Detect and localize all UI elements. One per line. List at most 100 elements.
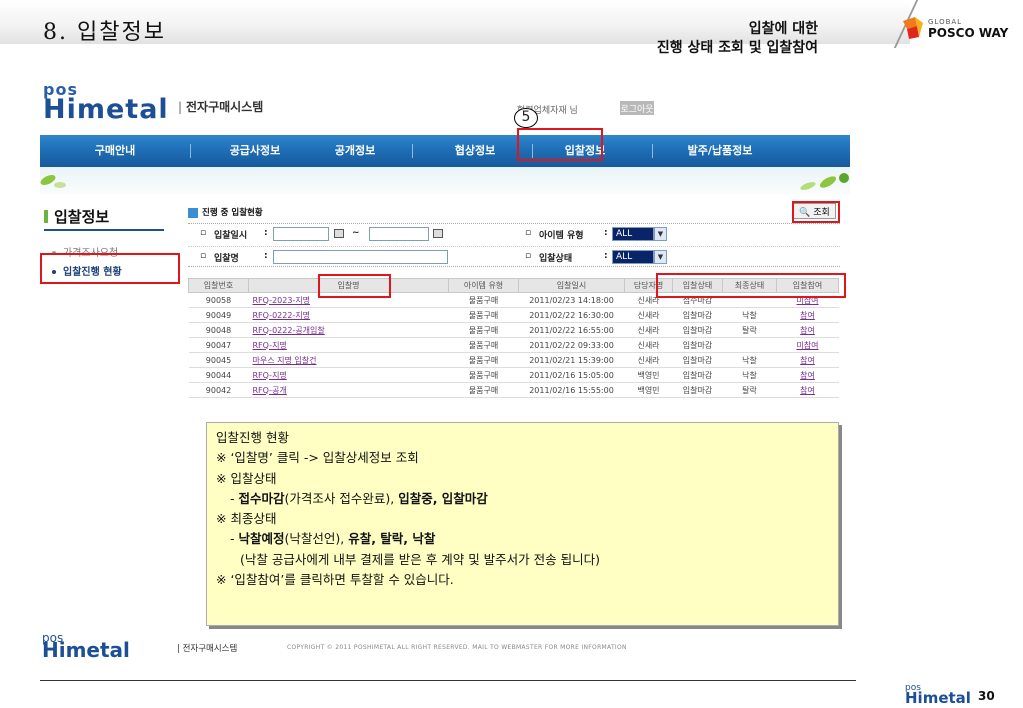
manager: 백영민 xyxy=(624,367,673,383)
sidebar-title-marker xyxy=(44,210,48,223)
bid-name-link[interactable]: 마우스 지명 입찰건 xyxy=(248,352,449,368)
chevron-down-icon[interactable]: ▼ xyxy=(654,250,667,264)
sidebar-title-underline xyxy=(44,229,164,231)
filter-row-2: ▫ 입찰명 : ▫ 입찰상태 : ALL ▼ xyxy=(188,246,840,267)
col-header-bid-no[interactable]: 입찰번호 xyxy=(188,278,249,293)
footer-copyright: COPYRIGHT © 2011 POSHIMETAL ALL RIGHT RE… xyxy=(287,644,627,651)
col-header-item-type[interactable]: 아이템 유형 xyxy=(448,278,519,293)
footer-logo-himetal: Himetal xyxy=(42,638,130,662)
col-header-bid-date[interactable]: 입찰일시 xyxy=(518,278,625,293)
participation-link[interactable]: 참여 xyxy=(776,322,839,338)
bid-date-label: 입찰일시 xyxy=(214,231,248,241)
chevron-down-icon[interactable]: ▼ xyxy=(654,227,667,241)
table-row: 90044 RFQ-지명 물품구매 2011/02/16 15:05:00 백영… xyxy=(188,367,839,383)
bid-date: 2011/02/16 15:05:00 xyxy=(518,367,625,383)
bid-no: 90047 xyxy=(188,337,249,353)
bid-date: 2011/02/23 14:18:00 xyxy=(518,292,625,308)
note-line-bid-name: ※ ‘입찰명’ 클릭 -> 입찰상세정보 조회 xyxy=(216,450,419,466)
note-line-bid-status-values: - 접수마감(가격조사 접수완료), 입찰중, 입찰마감 xyxy=(216,489,829,509)
note-line-final-status: ※ 최종상태 xyxy=(216,511,277,527)
site-name: 전자구매시스템 xyxy=(186,100,264,114)
note-line-participation: ※ ‘입찰참여’를 클릭하면 투찰할 수 있습니다. xyxy=(216,572,454,588)
item-type: 물품구매 xyxy=(448,367,519,383)
final-status: 낙찰 xyxy=(722,352,777,368)
bid-name-label: 입찰명 xyxy=(214,254,239,264)
participation-link[interactable]: 참여 xyxy=(776,307,839,323)
bid-status: 입찰마감 xyxy=(672,307,723,323)
table-row: 90048 RFQ-0222-공개입찰 물품구매 2011/02/22 16:5… xyxy=(188,322,839,338)
highlight-bid-name-column xyxy=(318,274,391,298)
nav-item-negotiation-info[interactable]: 협상정보 xyxy=(425,135,525,167)
final-status: 탈락 xyxy=(722,322,777,338)
bid-status: 입찰마감 xyxy=(672,382,723,398)
participation-link[interactable]: 참여 xyxy=(776,382,839,398)
note-bold: 입찰중, 입찰마감 xyxy=(398,490,488,506)
nav-separator xyxy=(412,144,413,158)
nav-item-supplier-info[interactable]: 공급사정보 xyxy=(205,135,305,167)
filter-bullet-icon: ▫ xyxy=(200,228,207,238)
colon: : xyxy=(264,228,268,238)
nav-item-public-info[interactable]: 공개정보 xyxy=(310,135,400,167)
posco-mark-icon xyxy=(903,17,923,39)
colon: : xyxy=(604,228,608,238)
date-range-separator: ~ xyxy=(352,228,360,238)
item-type-label: 아이템 유형 xyxy=(539,231,584,241)
bid-name-link[interactable]: RFQ-0222-지명 xyxy=(248,307,449,323)
item-type-select[interactable]: ALL xyxy=(612,227,654,241)
brand-large: POSCO WAY xyxy=(928,26,1009,40)
colon: : xyxy=(264,251,268,261)
nav-item-purchase-guide[interactable]: 구매안내 xyxy=(65,135,165,167)
bid-no: 90048 xyxy=(188,322,249,338)
himetal-logo[interactable]: pos Himetal xyxy=(43,80,173,125)
bid-no: 90042 xyxy=(188,382,249,398)
highlight-nav-bid-info xyxy=(517,128,603,161)
participation-link[interactable]: 참여 xyxy=(776,367,839,383)
item-type: 물품구매 xyxy=(448,352,519,368)
bid-name-link[interactable]: RFQ-0222-공개입찰 xyxy=(248,322,449,338)
manager: 신새라 xyxy=(624,307,673,323)
bid-status: 입찰마감 xyxy=(672,322,723,338)
filter-bullet-icon: ▫ xyxy=(525,228,532,238)
filter-bullet-icon: ▫ xyxy=(525,251,532,261)
bid-name-input[interactable] xyxy=(273,250,448,264)
note-bold: 유찰, 탈락, 낙찰 xyxy=(348,531,436,547)
item-type: 물품구매 xyxy=(448,337,519,353)
participation-link[interactable]: 미참여 xyxy=(776,337,839,353)
bid-name-link[interactable]: RFQ-지명 xyxy=(248,337,449,353)
bid-no: 90044 xyxy=(188,367,249,383)
calendar-icon[interactable] xyxy=(334,229,344,238)
note-line-bid-status: ※ 입찰상태 xyxy=(216,470,277,486)
bid-status-label: 입찰상태 xyxy=(539,254,573,264)
bid-status: 입찰마감 xyxy=(672,367,723,383)
bid-status: 입찰마감 xyxy=(672,352,723,368)
bid-name-link[interactable]: RFQ-공개 xyxy=(248,382,449,398)
item-type: 물품구매 xyxy=(448,307,519,323)
bid-status-select[interactable]: ALL xyxy=(612,250,654,264)
nav-separator xyxy=(652,144,653,158)
logo-separator: | xyxy=(178,100,183,114)
manager: 백영민 xyxy=(624,382,673,398)
leaf-decoration-icon xyxy=(40,175,66,188)
calendar-icon[interactable] xyxy=(433,229,443,238)
participation-link[interactable]: 참여 xyxy=(776,352,839,368)
filter-row-1: ▫ 입찰일시 : ~ ▫ 아이템 유형 : ALL ▼ xyxy=(188,224,840,245)
item-type: 물품구매 xyxy=(448,382,519,398)
note-bold: 낙찰예정 xyxy=(238,531,285,547)
slide-subtitle-line2: 진행 상태 조회 및 입찰참여 xyxy=(656,40,818,56)
logout-button[interactable]: 로그아웃 xyxy=(620,101,654,115)
manager: 신새라 xyxy=(624,322,673,338)
page-logo-himetal: Himetal xyxy=(905,689,971,707)
bid-date-to-input[interactable] xyxy=(369,227,429,241)
slide-divider xyxy=(40,680,856,681)
bid-date: 2011/02/22 16:55:00 xyxy=(518,322,625,338)
table-row: 90049 RFQ-0222-지명 물품구매 2011/02/22 16:30:… xyxy=(188,307,839,323)
bid-date-from-input[interactable] xyxy=(273,227,329,241)
bid-name-link[interactable]: RFQ-지명 xyxy=(248,367,449,383)
page-number: 30 xyxy=(978,689,995,703)
note-bold: 접수마감 xyxy=(238,490,285,506)
bid-date: 2011/02/16 15:55:00 xyxy=(518,382,625,398)
explanation-note: 입찰진행 현황 ※ ‘입찰명’ 클릭 -> 입찰상세정보 조회 ※ 입찰상태 -… xyxy=(206,422,839,626)
nav-item-order-delivery[interactable]: 발주/납품정보 xyxy=(665,135,775,167)
bid-date: 2011/02/22 16:30:00 xyxy=(518,307,625,323)
leaf-decoration-icon xyxy=(800,173,849,190)
